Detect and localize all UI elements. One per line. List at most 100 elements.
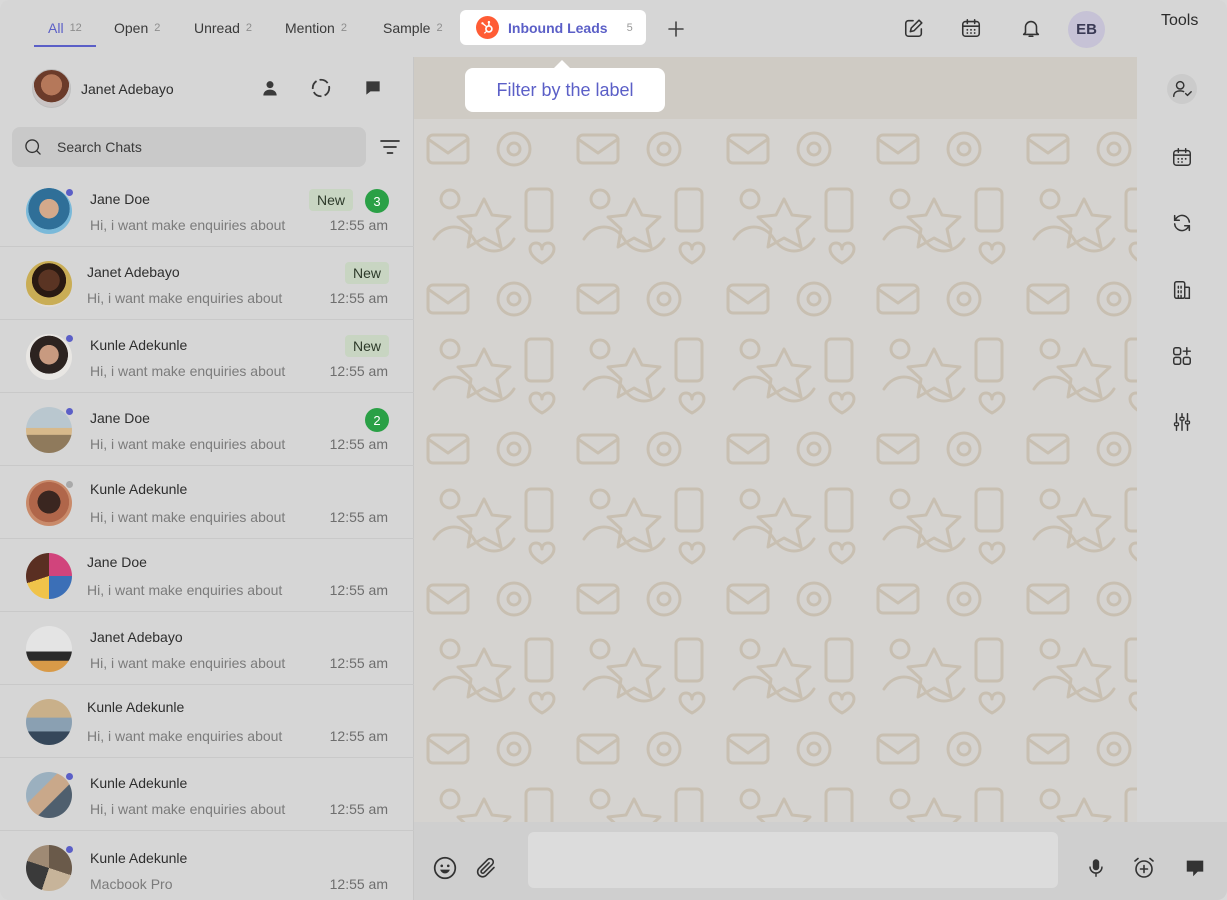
notifications-button[interactable] (1017, 14, 1045, 42)
chat-row[interactable]: Kunle Adekunle Hi, i want make enquiries… (0, 758, 414, 831)
away-indicator (65, 480, 74, 489)
status-icon (311, 78, 331, 98)
new-badge: New (344, 335, 389, 357)
company-button[interactable] (1167, 275, 1197, 305)
new-badge: New (344, 262, 389, 284)
chat-name: Kunle Adekunle (90, 337, 188, 353)
chat-row[interactable]: Kunle Adekunle Macbook Pro 12:55 am (0, 831, 414, 900)
chat-row[interactable]: Janet Adebayo Hi, i want make enquiries … (0, 612, 414, 685)
avatar (26, 261, 72, 307)
chat-preview: Hi, i want make enquiries about (90, 436, 286, 452)
note-icon (1186, 860, 1204, 877)
chat-time: 12:55 am (329, 436, 388, 452)
chat-name: Jane Doe (90, 191, 150, 207)
tab-label: Inbound Leads (508, 19, 608, 36)
emoji-button[interactable] (432, 855, 458, 881)
apps-add-icon (1173, 347, 1191, 365)
chat-preview: Hi, i want make enquiries about (90, 509, 286, 525)
chat-time: 12:55 am (329, 363, 388, 379)
attach-button[interactable] (473, 855, 499, 881)
message-composer (414, 822, 1227, 900)
apps-button[interactable] (1167, 341, 1197, 371)
contacts-button[interactable] (259, 77, 281, 99)
tab-mention[interactable]: Mention 2 (285, 10, 347, 46)
emoji-icon (433, 856, 457, 880)
chat-row[interactable]: Janet Adebayo New Hi, i want make enquir… (0, 247, 414, 320)
calendar-icon (1173, 148, 1191, 166)
status-button[interactable] (310, 77, 332, 99)
chat-preview: Macbook Pro (90, 876, 173, 892)
app-window: All 12 Open 2 Unread 2 Mention 2 Sample … (0, 0, 1227, 900)
reminder-button[interactable] (1131, 855, 1157, 881)
chat-name: Kunle Adekunle (90, 775, 188, 791)
chat-row[interactable]: Kunle Adekunle Hi, i want make enquiries… (0, 466, 414, 539)
top-bar: All 12 Open 2 Unread 2 Mention 2 Sample … (0, 0, 1227, 57)
tab-open[interactable]: Open 2 (114, 10, 160, 46)
online-indicator (65, 334, 74, 343)
chat-time: 12:55 am (329, 290, 388, 306)
tab-label: Sample (383, 20, 431, 36)
filter-icon (380, 140, 400, 154)
calendar-button[interactable] (957, 14, 985, 42)
calendar-icon (961, 18, 981, 38)
search-box (12, 127, 366, 167)
chat-name: Kunle Adekunle (90, 850, 188, 866)
chat-preview: Hi, i want make enquiries about (90, 801, 286, 817)
note-button[interactable] (1182, 855, 1208, 881)
chat-time: 12:55 am (329, 217, 388, 233)
profile[interactable]: Janet Adebayo (32, 69, 174, 108)
unread-count: 3 (365, 189, 389, 213)
add-tab-button[interactable] (664, 17, 688, 41)
chat-preview: Hi, i want make enquiries about (90, 655, 286, 671)
tab-sample[interactable]: Sample 2 (383, 10, 443, 46)
message-input[interactable] (528, 832, 1058, 888)
tab-count: 5 (626, 21, 633, 34)
tab-count: 2 (436, 22, 443, 34)
tab-all[interactable]: All 12 (34, 10, 96, 47)
hubspot-icon (476, 16, 499, 39)
chat-preview: Hi, i want make enquiries about (87, 728, 283, 744)
avatar (26, 553, 72, 599)
plus-icon (668, 21, 684, 37)
schedule-button[interactable] (1167, 142, 1197, 172)
chat-sidebar: Janet Adebayo Jane Doe New 3 Hi, (0, 57, 414, 900)
doodle-pattern (414, 119, 1137, 822)
chat-row[interactable]: Kunle Adekunle New Hi, i want make enqui… (0, 320, 414, 393)
chat-preview: Hi, i want make enquiries about (87, 290, 283, 306)
chat-row[interactable]: Jane Doe Hi, i want make enquiries about… (0, 539, 414, 612)
tab-inbound-leads[interactable]: Inbound Leads 5 (460, 10, 646, 45)
new-chat-icon (366, 81, 380, 95)
settings-sliders-button[interactable] (1167, 407, 1197, 437)
chat-time: 12:55 am (329, 876, 388, 892)
chat-time: 12:55 am (329, 728, 388, 744)
online-indicator (65, 845, 74, 854)
chat-row[interactable]: Jane Doe 2 Hi, i want make enquiries abo… (0, 393, 414, 466)
avatar (26, 699, 72, 745)
online-indicator (65, 407, 74, 416)
chat-name: Kunle Adekunle (87, 699, 185, 715)
tab-count: 2 (154, 22, 161, 34)
tools-label: Tools (1161, 12, 1199, 29)
voice-button[interactable] (1083, 855, 1109, 881)
tab-unread[interactable]: Unread 2 (194, 10, 252, 46)
microphone-icon (1089, 859, 1103, 877)
tab-label: Open (114, 20, 149, 36)
chat-row[interactable]: Jane Doe New 3 Hi, i want make enquiries… (0, 174, 414, 247)
chat-name: Kunle Adekunle (90, 481, 188, 497)
assign-user-button[interactable] (1167, 74, 1197, 104)
compose-button[interactable] (900, 14, 928, 42)
chat-row[interactable]: Kunle Adekunle Hi, i want make enquiries… (0, 685, 414, 758)
new-badge: New (308, 189, 353, 211)
search-icon (25, 139, 41, 155)
chat-name: Jane Doe (90, 410, 150, 426)
sync-icon (1173, 214, 1191, 232)
tab-count: 2 (245, 22, 253, 34)
chat-time: 12:55 am (329, 509, 388, 525)
chat-list: Jane Doe New 3 Hi, i want make enquiries… (0, 174, 414, 900)
search-input[interactable] (57, 139, 337, 155)
new-chat-button[interactable] (362, 77, 384, 99)
filter-button[interactable] (378, 137, 402, 157)
sync-button[interactable] (1167, 208, 1197, 238)
user-avatar[interactable]: EB (1068, 11, 1105, 48)
profile-name: Janet Adebayo (81, 80, 174, 97)
